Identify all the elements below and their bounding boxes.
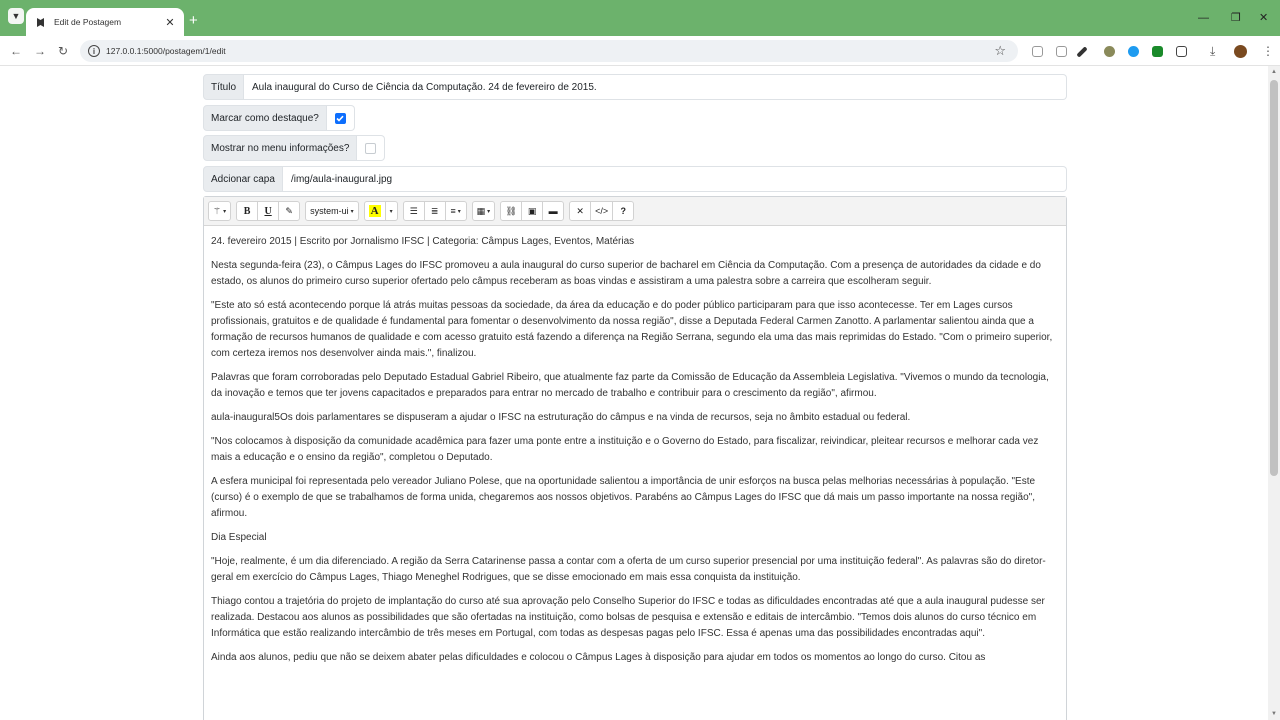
code-view-button[interactable]: </> xyxy=(590,201,614,221)
text-color-button[interactable]: A xyxy=(363,201,386,221)
browser-toolbar: ← → ↻ i 127.0.0.1:5000/postagem/1/edit ☆… xyxy=(0,36,1280,66)
pen-icon[interactable] xyxy=(1076,46,1088,58)
extension-icon[interactable] xyxy=(1104,46,1115,57)
underline-button[interactable]: U xyxy=(257,201,280,221)
table-icon: ▦ xyxy=(476,205,486,216)
favicon-icon xyxy=(34,16,46,28)
font-name-dropdown[interactable]: system-ui ▾ xyxy=(305,201,359,221)
extension-icon[interactable] xyxy=(1128,46,1139,57)
extension-icon[interactable] xyxy=(1032,46,1043,57)
scroll-up-icon[interactable]: ▲ xyxy=(1268,66,1280,78)
post-paragraph: "Este ato só está acontecendo porque lá … xyxy=(211,300,1053,359)
restore-icon[interactable]: ❐ xyxy=(1231,11,1241,25)
page-scrollbar[interactable]: ▲ ▼ xyxy=(1268,66,1280,720)
code-icon: </> xyxy=(595,206,609,216)
cover-input[interactable]: /img/aula-inaugural.jpg xyxy=(282,166,1067,192)
close-icon[interactable]: ✕ xyxy=(164,16,176,29)
tab-search-button[interactable]: ▼ xyxy=(8,8,24,24)
scroll-down-icon[interactable]: ▼ xyxy=(1268,708,1280,720)
scrollbar-thumb[interactable] xyxy=(1270,80,1278,476)
page-viewport: Título Aula inaugural do Curso de Ciênci… xyxy=(0,66,1268,720)
post-paragraph: aula-inaugural5Os dois parlamentares se … xyxy=(211,412,911,423)
title-input[interactable]: Aula inaugural do Curso de Ciência da Co… xyxy=(244,74,1067,100)
new-tab-button[interactable]: + xyxy=(189,13,198,28)
video-icon: ▬ xyxy=(548,206,558,216)
menu-info-group: Mostrar no menu informações? xyxy=(203,135,386,161)
clear-format-button[interactable]: ✎ xyxy=(278,201,301,221)
title-label: Título xyxy=(203,74,245,100)
post-subheading: Dia Especial xyxy=(211,532,267,543)
info-icon[interactable]: i xyxy=(88,45,100,57)
title-group: Título Aula inaugural do Curso de Ciênci… xyxy=(203,74,1067,100)
magic-wand-icon: ⚚ xyxy=(213,205,222,216)
link-icon: ⛓ xyxy=(505,205,517,216)
cover-label: Adcionar capa xyxy=(203,166,283,192)
back-icon[interactable]: ← xyxy=(10,44,22,58)
window-close-icon[interactable]: ✕ xyxy=(1259,11,1268,25)
rich-text-editor: ⚚ ▾ B U ✎ system-ui ▾ A ▾ ☰ ≣ ≡ ▾ ▦ ▾ ⛓ … xyxy=(203,196,1067,720)
color-letter: A xyxy=(368,205,381,217)
tab-title: Edit de Postagem xyxy=(54,17,122,27)
video-button[interactable]: ▬ xyxy=(542,201,565,221)
reload-icon[interactable]: ↻ xyxy=(58,44,68,58)
extensions-puzzle-icon[interactable] xyxy=(1176,46,1187,57)
numbered-list-icon: ≣ xyxy=(430,205,439,216)
color-dropdown-button[interactable]: ▾ xyxy=(384,201,398,221)
font-name-value: system-ui xyxy=(310,206,349,216)
downloads-icon[interactable]: ⤓ xyxy=(1210,44,1215,58)
featured-checkbox[interactable] xyxy=(334,112,346,124)
download-extension-icon[interactable] xyxy=(1152,46,1163,57)
picture-button[interactable]: ▣ xyxy=(521,201,544,221)
paragraph-align-button[interactable]: ≡ ▾ xyxy=(444,201,467,221)
chevron-down-icon: ▼ xyxy=(11,11,21,21)
url-text: 127.0.0.1:5000/postagem/1/edit xyxy=(106,46,226,56)
link-button[interactable]: ⛓ xyxy=(500,201,523,221)
menu-info-checkbox[interactable] xyxy=(365,142,377,154)
post-paragraph: Ainda aos alunos, pediu que não se deixe… xyxy=(211,652,986,663)
unordered-list-button[interactable]: ☰ xyxy=(402,201,425,221)
menu-info-checkbox-wrap xyxy=(357,135,386,161)
post-paragraph: Nesta segunda-feira (23), o Câmpus Lages… xyxy=(211,260,1041,287)
table-button[interactable]: ▦ ▾ xyxy=(471,201,496,221)
post-paragraph: A esfera municipal foi representada pelo… xyxy=(211,476,1036,519)
minimize-icon[interactable]: — xyxy=(1198,11,1209,25)
post-paragraph: "Hoje, realmente, é um dia diferenciado.… xyxy=(211,556,1046,583)
featured-checkbox-wrap xyxy=(326,105,355,131)
profile-avatar[interactable] xyxy=(1234,45,1247,58)
align-icon: ≡ xyxy=(450,206,456,216)
post-paragraph: "Nos colocamos à disposição da comunidad… xyxy=(211,436,1039,463)
eraser-icon: ✎ xyxy=(285,205,293,216)
post-paragraph: Thiago contou a trajetória do projeto de… xyxy=(211,596,1045,639)
address-bar[interactable]: i 127.0.0.1:5000/postagem/1/edit ☆ xyxy=(80,40,1018,62)
browser-tab-strip: ▼ Edit de Postagem ✕ + — ❐ ✕ xyxy=(0,0,1280,36)
bookmark-star-icon[interactable]: ☆ xyxy=(994,43,1006,59)
menu-info-label: Mostrar no menu informações? xyxy=(203,135,358,161)
kebab-menu-icon[interactable]: ⋮ xyxy=(1262,44,1274,58)
bold-button[interactable]: B xyxy=(236,201,259,221)
ordered-list-button[interactable]: ≣ xyxy=(423,201,446,221)
featured-label: Marcar como destaque? xyxy=(203,105,327,131)
forward-icon[interactable]: → xyxy=(34,44,46,58)
check-icon xyxy=(336,115,344,122)
browser-tab[interactable]: Edit de Postagem ✕ xyxy=(26,8,184,36)
bullet-list-icon: ☰ xyxy=(409,205,418,216)
style-magic-button[interactable]: ⚚ ▾ xyxy=(208,201,232,221)
cover-group: Adcionar capa /img/aula-inaugural.jpg xyxy=(203,166,1067,192)
post-paragraph: Palavras que foram corroboradas pelo Dep… xyxy=(211,372,1049,399)
fullscreen-button[interactable]: ✕ xyxy=(569,201,592,221)
post-paragraph: 24. fevereiro 2015 | Escrito por Jornali… xyxy=(211,236,635,247)
fullscreen-icon: ✕ xyxy=(576,205,584,216)
help-button[interactable]: ? xyxy=(612,201,635,221)
extension-icon[interactable] xyxy=(1056,46,1067,57)
editor-content[interactable]: 24. fevereiro 2015 | Escrito por Jornali… xyxy=(204,226,1066,682)
featured-group: Marcar como destaque? xyxy=(203,105,355,131)
image-icon: ▣ xyxy=(527,205,537,216)
editor-toolbar: ⚚ ▾ B U ✎ system-ui ▾ A ▾ ☰ ≣ ≡ ▾ ▦ ▾ ⛓ … xyxy=(204,197,1066,226)
